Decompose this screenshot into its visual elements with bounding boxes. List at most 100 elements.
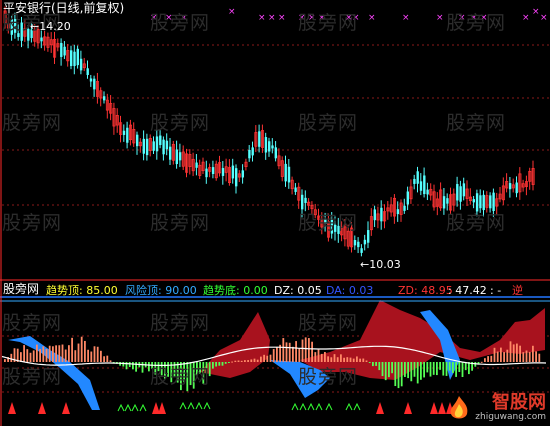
histogram-bar [68, 345, 70, 362]
candle-body [294, 187, 297, 192]
candle-body [472, 199, 475, 203]
candle-body [353, 239, 357, 246]
candle-body [459, 186, 462, 202]
histogram-bar [448, 362, 451, 371]
histogram-bar [404, 362, 406, 377]
value-readout: : 47.42 [448, 284, 487, 297]
histogram-bar [58, 345, 61, 362]
candle-body [264, 137, 268, 153]
histogram-bar [375, 362, 377, 366]
candle-body [419, 181, 423, 191]
histogram-bar [237, 360, 240, 362]
candle-body [76, 48, 79, 66]
histogram-bar [90, 351, 93, 362]
candle-body [284, 163, 287, 182]
histogram-bar [250, 359, 253, 362]
histogram-bar [231, 361, 233, 363]
histogram-bar [29, 352, 32, 362]
trend-bottom-readout: 趋势底: 0.00 [203, 284, 268, 297]
histogram-bar [71, 337, 73, 362]
candle-body [380, 207, 383, 222]
histogram-bar [74, 350, 77, 362]
candle-body [231, 165, 235, 179]
brand-logo: 智股网 zhiguwang.com [450, 394, 546, 422]
histogram-bar [276, 347, 278, 362]
signal-marker: × [228, 7, 236, 17]
watermark: 股旁网 [2, 212, 63, 234]
histogram-bar [272, 349, 275, 362]
da-readout: DA: 0.03 [326, 284, 374, 297]
candle-body [165, 140, 169, 150]
histogram-bar [48, 345, 51, 362]
histogram-bar [455, 362, 457, 377]
histogram-bar [532, 345, 534, 362]
histogram-bar [301, 339, 304, 362]
watermark: 股旁网 [298, 212, 359, 234]
candle-body [175, 149, 178, 165]
bottom-signal [139, 403, 147, 412]
candle-body [122, 130, 126, 135]
histogram-bar [503, 352, 505, 362]
histogram-bar [224, 362, 227, 364]
candle-body [162, 139, 165, 155]
candle-body [241, 170, 244, 178]
candle-body [479, 195, 482, 209]
signal-marker: × [532, 7, 540, 17]
bottom-signal [195, 401, 203, 410]
red-spike [38, 402, 46, 414]
candle-body [221, 168, 225, 176]
histogram-bar [372, 362, 374, 367]
bottom-signal [353, 402, 361, 411]
histogram-bar [292, 346, 294, 362]
signal-marker: × [402, 13, 410, 23]
candle-body [396, 209, 400, 215]
histogram-bar [468, 362, 470, 375]
histogram-bar [359, 358, 361, 362]
histogram-bar [218, 362, 221, 366]
histogram-bar [256, 359, 259, 362]
histogram-bar [429, 362, 432, 377]
candle-body [258, 131, 261, 147]
candle-body [508, 183, 512, 190]
histogram-bar [39, 349, 41, 362]
bottom-signal [291, 402, 299, 411]
brand-url: zhiguwang.com [475, 412, 546, 422]
histogram-bar [490, 355, 493, 362]
histogram-bar [442, 362, 445, 376]
candle-body [271, 145, 274, 149]
histogram-bar [500, 347, 502, 362]
histogram-bar [128, 362, 131, 368]
histogram-bar [141, 362, 144, 373]
histogram-bar [320, 353, 323, 362]
histogram-bar [80, 336, 83, 362]
candle-body [423, 175, 426, 195]
candle-body [40, 37, 43, 42]
low-price-label: ←10.03 [360, 258, 401, 271]
candle-body [416, 171, 419, 184]
bottom-signal [179, 401, 187, 410]
candle-body [60, 42, 63, 57]
candle-body [446, 198, 449, 204]
histogram-bar [269, 354, 272, 362]
histogram-bar [215, 362, 217, 367]
candle-body [86, 68, 89, 75]
histogram-bar [458, 362, 461, 372]
histogram-bar [407, 362, 409, 379]
histogram-bar [42, 346, 45, 362]
candle-body [73, 51, 76, 67]
histogram-bar [308, 338, 310, 362]
histogram-bar [397, 362, 400, 389]
candle-body [357, 241, 360, 248]
histogram-bar [314, 352, 317, 362]
watermark: 股旁网 [150, 366, 211, 388]
histogram-bar [452, 362, 454, 374]
histogram-bar [109, 360, 112, 362]
candle-body [235, 168, 238, 187]
watermark: 股旁网 [2, 312, 63, 334]
indicator-name: 股旁网 [3, 282, 40, 296]
chart-title: 平安银行(日线,前复权) [3, 1, 125, 15]
histogram-bar [26, 349, 29, 362]
histogram-bar [423, 362, 425, 378]
histogram-bar [20, 352, 22, 362]
histogram-bar [298, 348, 301, 362]
